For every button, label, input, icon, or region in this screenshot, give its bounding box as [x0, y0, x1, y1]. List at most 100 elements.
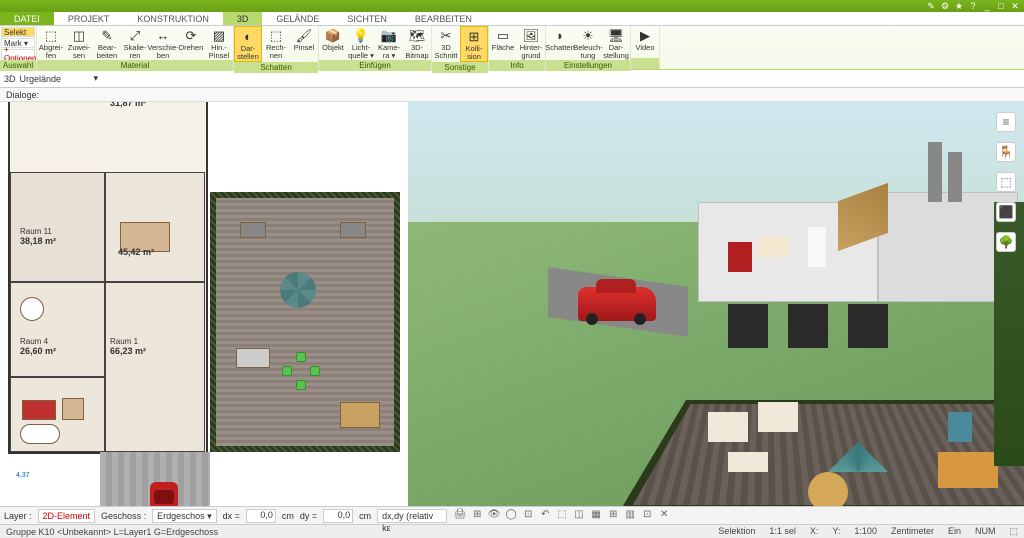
room-label: 45,42 m² [118, 247, 154, 257]
ribbon-darstellung-button[interactable]: 🖥Dar-stellung [602, 26, 630, 60]
ribbon-icon: ☀ [579, 28, 597, 44]
ribbon-lichtquelle-button[interactable]: 💡Licht-quelle ▾ [347, 26, 375, 60]
ribbon-flche-button[interactable]: ▭Fläche [489, 26, 517, 60]
tab-konstruktion[interactable]: KONSTRUKTION [123, 12, 223, 25]
dropdown-icon[interactable]: ▾ [94, 73, 99, 84]
minimize-icon[interactable]: _ [982, 1, 992, 11]
toolbar-icon[interactable]: 🖨 [453, 509, 467, 523]
ribbon-icon: ▶ [636, 28, 654, 44]
ribbon-dschnitt-button[interactable]: ✂3D Schnitt [432, 26, 460, 62]
floor-select[interactable]: Erdgeschos ▾ [152, 509, 217, 523]
close-icon[interactable]: ✕ [1010, 1, 1020, 11]
furniture-icon[interactable]: 🪑 [996, 142, 1016, 162]
tree-icon[interactable]: 🌳 [996, 232, 1016, 252]
tab-bearbeiten[interactable]: BEARBEITEN [401, 12, 486, 25]
ribbon-label: Abgrei-fen [37, 44, 65, 60]
selekt-button[interactable]: Selekt [1, 27, 35, 37]
toolbar-icon[interactable]: 👁 [487, 509, 501, 523]
toolbar-icon[interactable]: ✕ [657, 509, 671, 523]
tab-projekt[interactable]: PROJEKT [54, 12, 124, 25]
status-item: 1:100 [854, 526, 877, 537]
layers-icon[interactable]: ≡ [996, 112, 1016, 132]
ribbon-zuweisen-button[interactable]: ◫Zuwei-sen [65, 26, 93, 60]
ribbon-hintergrund-button[interactable]: 🖼Hinter-grund [517, 26, 545, 60]
toolbar-icon[interactable]: ⬚ [555, 509, 569, 523]
ribbon-schatten-button[interactable]: ◗Schatten [546, 26, 574, 60]
ribbon-label: Zuwei-sen [65, 44, 93, 60]
tool-icon[interactable]: ✎ [926, 1, 936, 11]
group-label: Sonstige [432, 62, 488, 73]
optionen-button[interactable]: + Optionen [1, 49, 35, 59]
ribbon-darstellen-button[interactable]: ◐Dar-stellen [234, 26, 262, 62]
ribbon-video-button[interactable]: ▶Video [631, 26, 659, 58]
maximize-icon[interactable]: □ [996, 1, 1006, 11]
ribbon-icon: ⬚ [42, 28, 60, 44]
relative-select[interactable]: dx,dy (relativ kε [377, 509, 447, 523]
toolbar-icon[interactable]: ⊡ [521, 509, 535, 523]
ribbon-icon: ⊞ [465, 29, 483, 45]
ribbon-beleuchtung-button[interactable]: ☀Beleuch-tung [574, 26, 602, 60]
ribbon-drehen-button[interactable]: ⟳Drehen [177, 26, 205, 60]
toolbar-icon[interactable]: ⊞ [470, 509, 484, 523]
dy-input[interactable]: 0,0 [323, 509, 353, 523]
unit: cm [282, 511, 294, 521]
tab-sichten[interactable]: SICHTEN [333, 12, 401, 25]
toolbar-icon[interactable]: ◯ [504, 509, 518, 523]
dx-label: dx = [223, 511, 240, 521]
ribbon-abgreifen-button[interactable]: ⬚Abgrei-fen [37, 26, 65, 60]
tab-datei[interactable]: DATEI [0, 12, 54, 25]
ribbon-label: Schatten [545, 44, 575, 52]
viewport-3d[interactable]: ≡ 🪑 ⬚ ⬛ 🌳 [408, 102, 1024, 506]
ribbon-bearbeiten-button[interactable]: ✎Bear-beiten [93, 26, 121, 60]
ribbon-kamera-button[interactable]: 📷Kame-ra ▾ [375, 26, 403, 60]
status-item: Y: [832, 526, 840, 537]
ribbon-label: Video [635, 44, 654, 52]
toolbar-icon[interactable]: ◫ [572, 509, 586, 523]
toolbar-icon[interactable]: ▦ [589, 509, 603, 523]
toolbar-icon[interactable]: ⊞ [606, 509, 620, 523]
toolbar-icon[interactable]: ⊡ [640, 509, 654, 523]
ribbon-label: Hin.-Pinsel [205, 44, 233, 60]
group-label: Info [489, 60, 545, 71]
status-item: Selektion [718, 526, 755, 537]
help-icon[interactable]: ? [968, 1, 978, 11]
ribbon-rechnen-button[interactable]: ⬚Rech-nen [262, 26, 290, 62]
viewport-2d[interactable]: 31,87 m²Raum 1138,18 m²45,42 m²Raum 426,… [0, 102, 408, 506]
tab-3d[interactable]: 3D [223, 12, 263, 25]
bottom-toolbar: Layer : 2D-Element Geschoss : Erdgeschos… [0, 506, 1024, 524]
layer-label: Layer : [4, 511, 32, 521]
group-label-auswahl: Auswahl [0, 60, 36, 71]
ribbon-kollision-button[interactable]: ⊞Kolli-sion [460, 26, 488, 62]
view-sidebar: ≡ 🪑 ⬚ ⬛ 🌳 [996, 112, 1018, 252]
ribbon-hinpinsel-button[interactable]: ▨Hin.-Pinsel [205, 26, 233, 60]
floor-label: Geschoss : [101, 511, 146, 521]
ribbon-label: Licht-quelle ▾ [347, 44, 375, 60]
solid-icon[interactable]: ⬛ [996, 202, 1016, 222]
toolbar-icon[interactable]: ↶ [538, 509, 552, 523]
toolbar-icon[interactable]: ▥ [623, 509, 637, 523]
ribbon-pinsel-button[interactable]: 🖌Pinsel [290, 26, 318, 62]
ribbon-skalieren-button[interactable]: ⤢Skalie-ren [121, 26, 149, 60]
group-label [631, 58, 659, 69]
dx-input[interactable]: 0,0 [246, 509, 276, 523]
layer-select[interactable]: 2D-Element [38, 509, 96, 523]
ribbon-dbitmap-button[interactable]: 🗺3D-Bitmap [403, 26, 431, 60]
tab-gelaende[interactable]: GELÄNDE [262, 12, 333, 25]
room-label: Raum 426,60 m² [20, 337, 56, 356]
menu-bar: DATEI PROJEKT KONSTRUKTION 3D GELÄNDE SI… [0, 12, 1024, 26]
star-icon[interactable]: ★ [954, 1, 964, 11]
status-item: 1:1 sel [769, 526, 796, 537]
gear-icon[interactable]: ⚙ [940, 1, 950, 11]
ribbon-label: Drehen [179, 44, 204, 52]
ribbon-icon: ↔ [154, 28, 172, 44]
mode-select[interactable]: 3D [4, 74, 16, 84]
box-icon[interactable]: ⬚ [996, 172, 1016, 192]
terrain-select[interactable]: Urgelände [20, 74, 90, 84]
group-label: Schatten [234, 62, 318, 73]
ribbon-verschieben-button[interactable]: ↔Verschie-ben [149, 26, 177, 60]
room-label: 31,87 m² [110, 102, 146, 108]
ribbon-objekt-button[interactable]: 📦Objekt [319, 26, 347, 60]
car-3d [578, 287, 656, 321]
status-item: ⬚ [1009, 526, 1018, 537]
unit: cm [359, 511, 371, 521]
